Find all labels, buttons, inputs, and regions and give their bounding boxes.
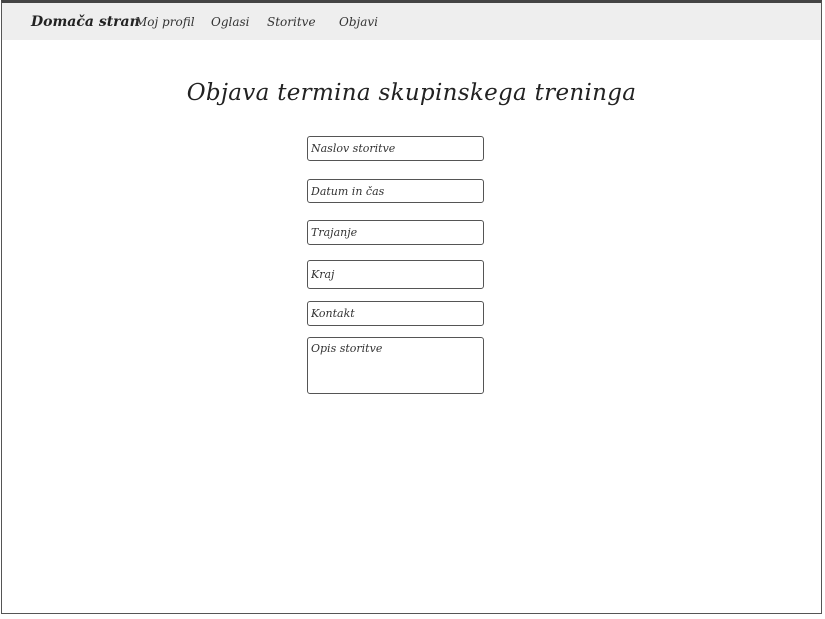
page-title: Objava termina skupinskega treninga — [186, 80, 637, 106]
location-input[interactable] — [307, 260, 484, 289]
navbar: Domača stran Moj profil Oglasi Storitve … — [2, 3, 821, 40]
nav-home-link[interactable]: Domača stran — [31, 14, 140, 30]
service-title-input[interactable] — [307, 136, 484, 161]
nav-item-ads[interactable]: Oglasi — [211, 15, 250, 29]
datetime-input[interactable] — [307, 179, 484, 203]
contact-input[interactable] — [307, 301, 484, 326]
duration-input[interactable] — [307, 220, 484, 245]
nav-item-publish[interactable]: Objavi — [339, 15, 378, 29]
app-window: Domača stran Moj profil Oglasi Storitve … — [1, 0, 822, 614]
description-textarea[interactable] — [307, 337, 484, 394]
nav-item-my-profile[interactable]: Moj profil — [135, 15, 195, 29]
nav-item-services[interactable]: Storitve — [267, 15, 316, 29]
